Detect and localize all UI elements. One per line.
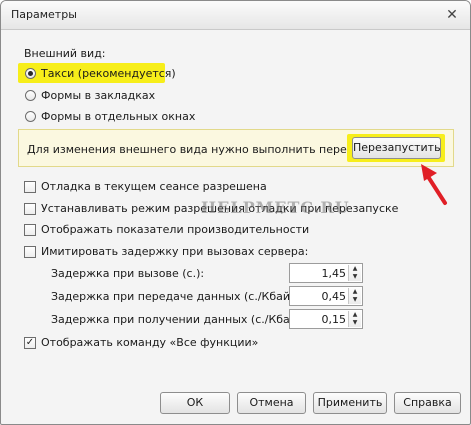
show-all-functions-checkbox[interactable]: ✓ [24, 337, 36, 349]
delay-send-value[interactable]: 0,45 [322, 290, 347, 303]
delay-receive-label: Задержка при получении данных (с./Кбайт)… [51, 313, 312, 326]
help-button[interactable]: Справка [394, 392, 461, 414]
spin-arrows-icon[interactable]: ▲ ▼ [348, 288, 361, 304]
delay-send-input[interactable]: 0,45 ▲ ▼ [289, 286, 363, 306]
tabs-radio[interactable] [25, 90, 36, 101]
tabs-option-label[interactable]: Формы в закладках [41, 89, 155, 102]
title-bar: Параметры ✕ [1, 1, 470, 30]
show-performance-checkbox[interactable] [24, 224, 36, 236]
restart-notice-text: Для изменения внешнего вида нужно выполн… [27, 143, 390, 156]
red-arrow-icon [421, 164, 447, 205]
watermark: HELPMETC.RU [201, 198, 350, 217]
delay-receive-input[interactable]: 0,15 ▲ ▼ [289, 309, 363, 329]
spin-arrows-icon[interactable]: ▲ ▼ [348, 265, 361, 281]
taxi-radio[interactable] [25, 68, 36, 79]
separate-windows-radio[interactable] [25, 111, 36, 122]
apply-button[interactable]: Применить [313, 392, 387, 414]
show-performance-label[interactable]: Отображать показатели производительности [41, 223, 309, 236]
window-title: Параметры [11, 8, 77, 21]
delay-call-value[interactable]: 1,45 [322, 267, 347, 280]
simulate-delay-checkbox[interactable] [24, 246, 36, 258]
delay-call-label: Задержка при вызове (с.): [51, 267, 205, 280]
show-all-functions-label[interactable]: Отображать команду «Все функции» [41, 336, 258, 349]
delay-receive-value[interactable]: 0,15 [322, 313, 347, 326]
cancel-button[interactable]: Отмена [237, 392, 306, 414]
debug-checkbox[interactable] [24, 181, 36, 193]
close-icon[interactable]: ✕ [444, 7, 460, 23]
debug-label[interactable]: Отладка в текущем сеансе разрешена [41, 180, 267, 193]
parameters-dialog: Параметры ✕ Внешний вид: Такси (рекоменд… [0, 0, 471, 425]
delay-send-label: Задержка при передаче данных (с./Кбайт): [51, 290, 305, 303]
separate-windows-option-label[interactable]: Формы в отдельных окнах [41, 110, 195, 123]
debug-mode-start-checkbox[interactable] [24, 203, 36, 215]
ok-button[interactable]: ОК [160, 392, 230, 414]
spin-arrows-icon[interactable]: ▲ ▼ [348, 311, 361, 327]
simulate-delay-label[interactable]: Имитировать задержку при вызовах сервера… [41, 245, 308, 258]
delay-call-input[interactable]: 1,45 ▲ ▼ [289, 263, 363, 283]
taxi-option-label[interactable]: Такси (рекомендуется) [41, 67, 176, 80]
restart-button[interactable]: Перезапустить [352, 137, 441, 159]
appearance-heading: Внешний вид: [24, 47, 106, 60]
